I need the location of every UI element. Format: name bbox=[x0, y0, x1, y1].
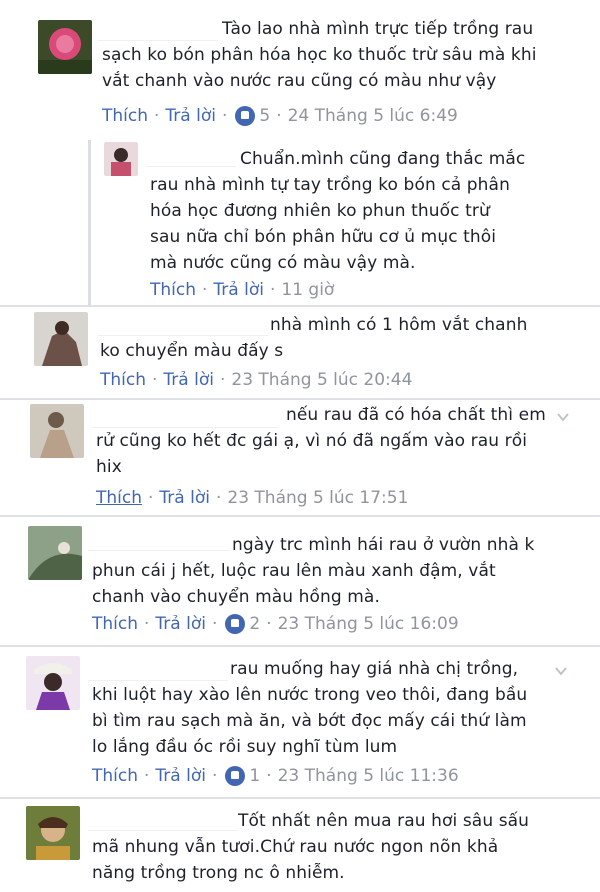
chevron-down-icon[interactable] bbox=[556, 410, 570, 424]
like-thumb-icon[interactable] bbox=[225, 766, 246, 786]
avatar[interactable] bbox=[26, 806, 80, 860]
separator: · bbox=[144, 766, 150, 786]
separator: · bbox=[202, 280, 208, 300]
avatar[interactable] bbox=[30, 404, 84, 458]
separator: · bbox=[152, 370, 158, 390]
separator: · bbox=[266, 614, 272, 634]
reply-thread-line bbox=[88, 140, 91, 305]
reaction-count[interactable]: 2 bbox=[249, 614, 260, 634]
reply-link[interactable]: Trả lời bbox=[155, 614, 206, 634]
separator: · bbox=[276, 106, 282, 126]
reply-link[interactable]: Trả lời bbox=[165, 106, 216, 126]
comment-actions: Thích · Trả lời · 2 · 23 Tháng 5 lúc 16:… bbox=[92, 614, 459, 634]
comment-actions: Thích · Trả lời · 1 · 23 Tháng 5 lúc 11:… bbox=[92, 766, 459, 786]
reply-link[interactable]: Trả lời bbox=[155, 766, 206, 786]
avatar[interactable] bbox=[104, 142, 138, 176]
avatar[interactable] bbox=[28, 526, 82, 580]
comment-actions: Thích · Trả lời · 5 · 24 Tháng 5 lúc 6:4… bbox=[102, 106, 458, 126]
separator: · bbox=[144, 614, 150, 634]
reaction-count[interactable]: 5 bbox=[259, 106, 270, 126]
separator: · bbox=[211, 766, 218, 786]
timestamp[interactable]: 11 giờ bbox=[281, 280, 334, 300]
separator: · bbox=[154, 106, 160, 126]
separator: · bbox=[269, 280, 276, 300]
divider bbox=[0, 398, 600, 400]
avatar[interactable] bbox=[26, 656, 80, 710]
like-thumb-icon[interactable] bbox=[225, 614, 246, 634]
comment-actions: Thích · Trả lời · 11 giờ bbox=[150, 280, 334, 300]
divider bbox=[0, 305, 600, 307]
like-link[interactable]: Thích bbox=[92, 614, 138, 634]
comment-actions: Thích · Trả lời · 23 Tháng 5 lúc 17:51 bbox=[96, 488, 408, 508]
separator: · bbox=[266, 766, 272, 786]
like-link[interactable]: Thích bbox=[102, 106, 148, 126]
divider bbox=[0, 515, 600, 517]
reaction-count[interactable]: 1 bbox=[249, 766, 260, 786]
reply-link[interactable]: Trả lời bbox=[163, 370, 214, 390]
like-link[interactable]: Thích bbox=[150, 280, 196, 300]
separator: · bbox=[215, 488, 222, 508]
comment-text: ngày trc mình hái rau ở vườn nhà k phun … bbox=[92, 535, 535, 607]
avatar[interactable] bbox=[38, 20, 92, 74]
comment-actions: Thích · Trả lời · 23 Tháng 5 lúc 20:44 bbox=[100, 370, 412, 390]
comment-text: rau muống hay giá nhà chị trồng, khi luộ… bbox=[92, 659, 528, 757]
timestamp[interactable]: 23 Tháng 5 lúc 11:36 bbox=[278, 766, 459, 786]
timestamp[interactable]: 24 Tháng 5 lúc 6:49 bbox=[288, 106, 458, 126]
comment-text: nếu rau đã có hóa chất thì em rử cũng ko… bbox=[96, 405, 546, 477]
divider bbox=[0, 797, 600, 799]
comment-text: Tào lao nhà mình trực tiếp trồng rau sạc… bbox=[102, 19, 537, 91]
like-link[interactable]: Thích bbox=[100, 370, 146, 390]
separator: · bbox=[211, 614, 218, 634]
reply-link[interactable]: Trả lời bbox=[159, 488, 210, 508]
like-thumb-icon[interactable] bbox=[235, 106, 256, 126]
divider bbox=[0, 645, 600, 647]
timestamp[interactable]: 23 Tháng 5 lúc 17:51 bbox=[227, 488, 408, 508]
comment-text: Chuẩn.mình cũng đang thắc mắc rau nhà mì… bbox=[150, 149, 526, 273]
reply-link[interactable]: Trả lời bbox=[213, 280, 264, 300]
separator: · bbox=[221, 106, 228, 126]
separator: · bbox=[148, 488, 154, 508]
separator: · bbox=[219, 370, 226, 390]
timestamp[interactable]: 23 Tháng 5 lúc 20:44 bbox=[231, 370, 412, 390]
avatar[interactable] bbox=[34, 312, 88, 366]
comment-text: nhà mình có 1 hôm vắt chanh ko chuyển mà… bbox=[100, 315, 528, 361]
chevron-down-icon[interactable] bbox=[554, 664, 568, 678]
comment-text: Tốt nhất nên mua rau hơi sâu sấu mã nhun… bbox=[92, 811, 530, 883]
like-link[interactable]: Thích bbox=[96, 488, 142, 508]
timestamp[interactable]: 23 Tháng 5 lúc 16:09 bbox=[278, 614, 459, 634]
like-link[interactable]: Thích bbox=[92, 766, 138, 786]
